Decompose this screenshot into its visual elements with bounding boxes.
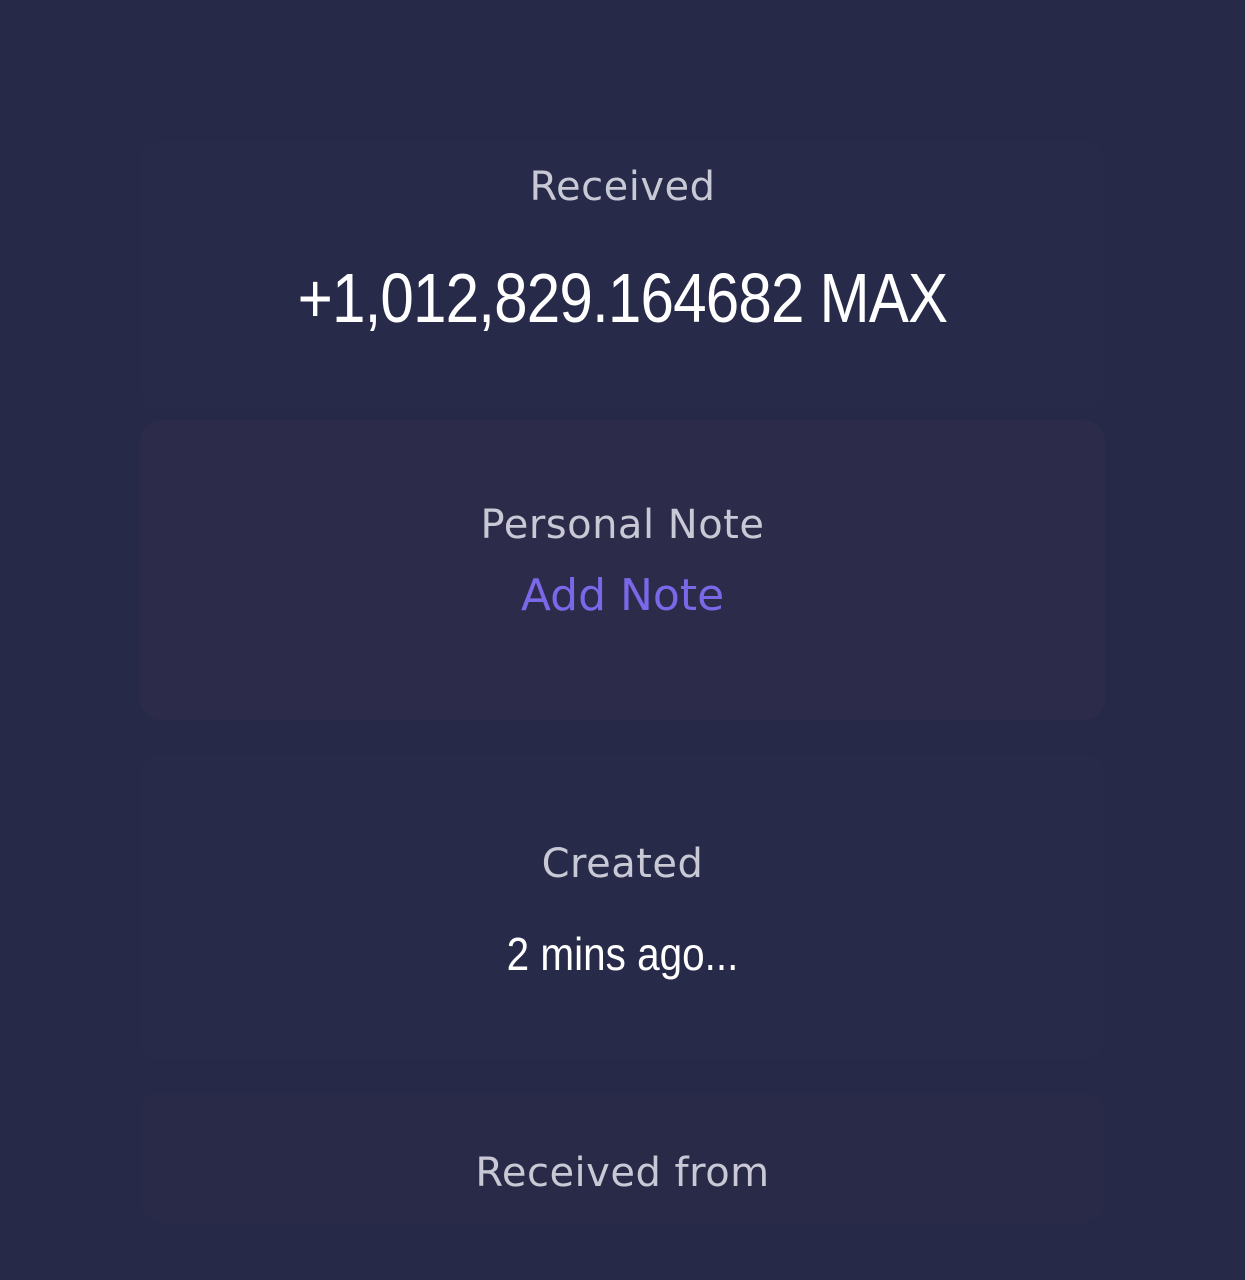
transaction-summary-card: Received +1,012,829.164682 MAX	[140, 140, 1105, 410]
personal-note-label: Personal Note	[480, 502, 765, 548]
created-label: Created	[541, 841, 704, 887]
created-card: Created 2 mins ago...	[140, 755, 1105, 1060]
received-from-card[interactable]: Received from	[140, 1092, 1105, 1222]
transaction-amount: +1,012,829.164682 MAX	[297, 259, 949, 337]
transaction-detail-screen: Received +1,012,829.164682 MAX Personal …	[0, 0, 1245, 1280]
personal-note-card: Personal Note Add Note	[140, 420, 1105, 720]
created-value: 2 mins ago...	[506, 928, 739, 980]
add-note-button[interactable]: Add Note	[140, 570, 1105, 621]
received-from-label: Received from	[475, 1150, 770, 1196]
transaction-status-label: Received	[529, 164, 716, 210]
